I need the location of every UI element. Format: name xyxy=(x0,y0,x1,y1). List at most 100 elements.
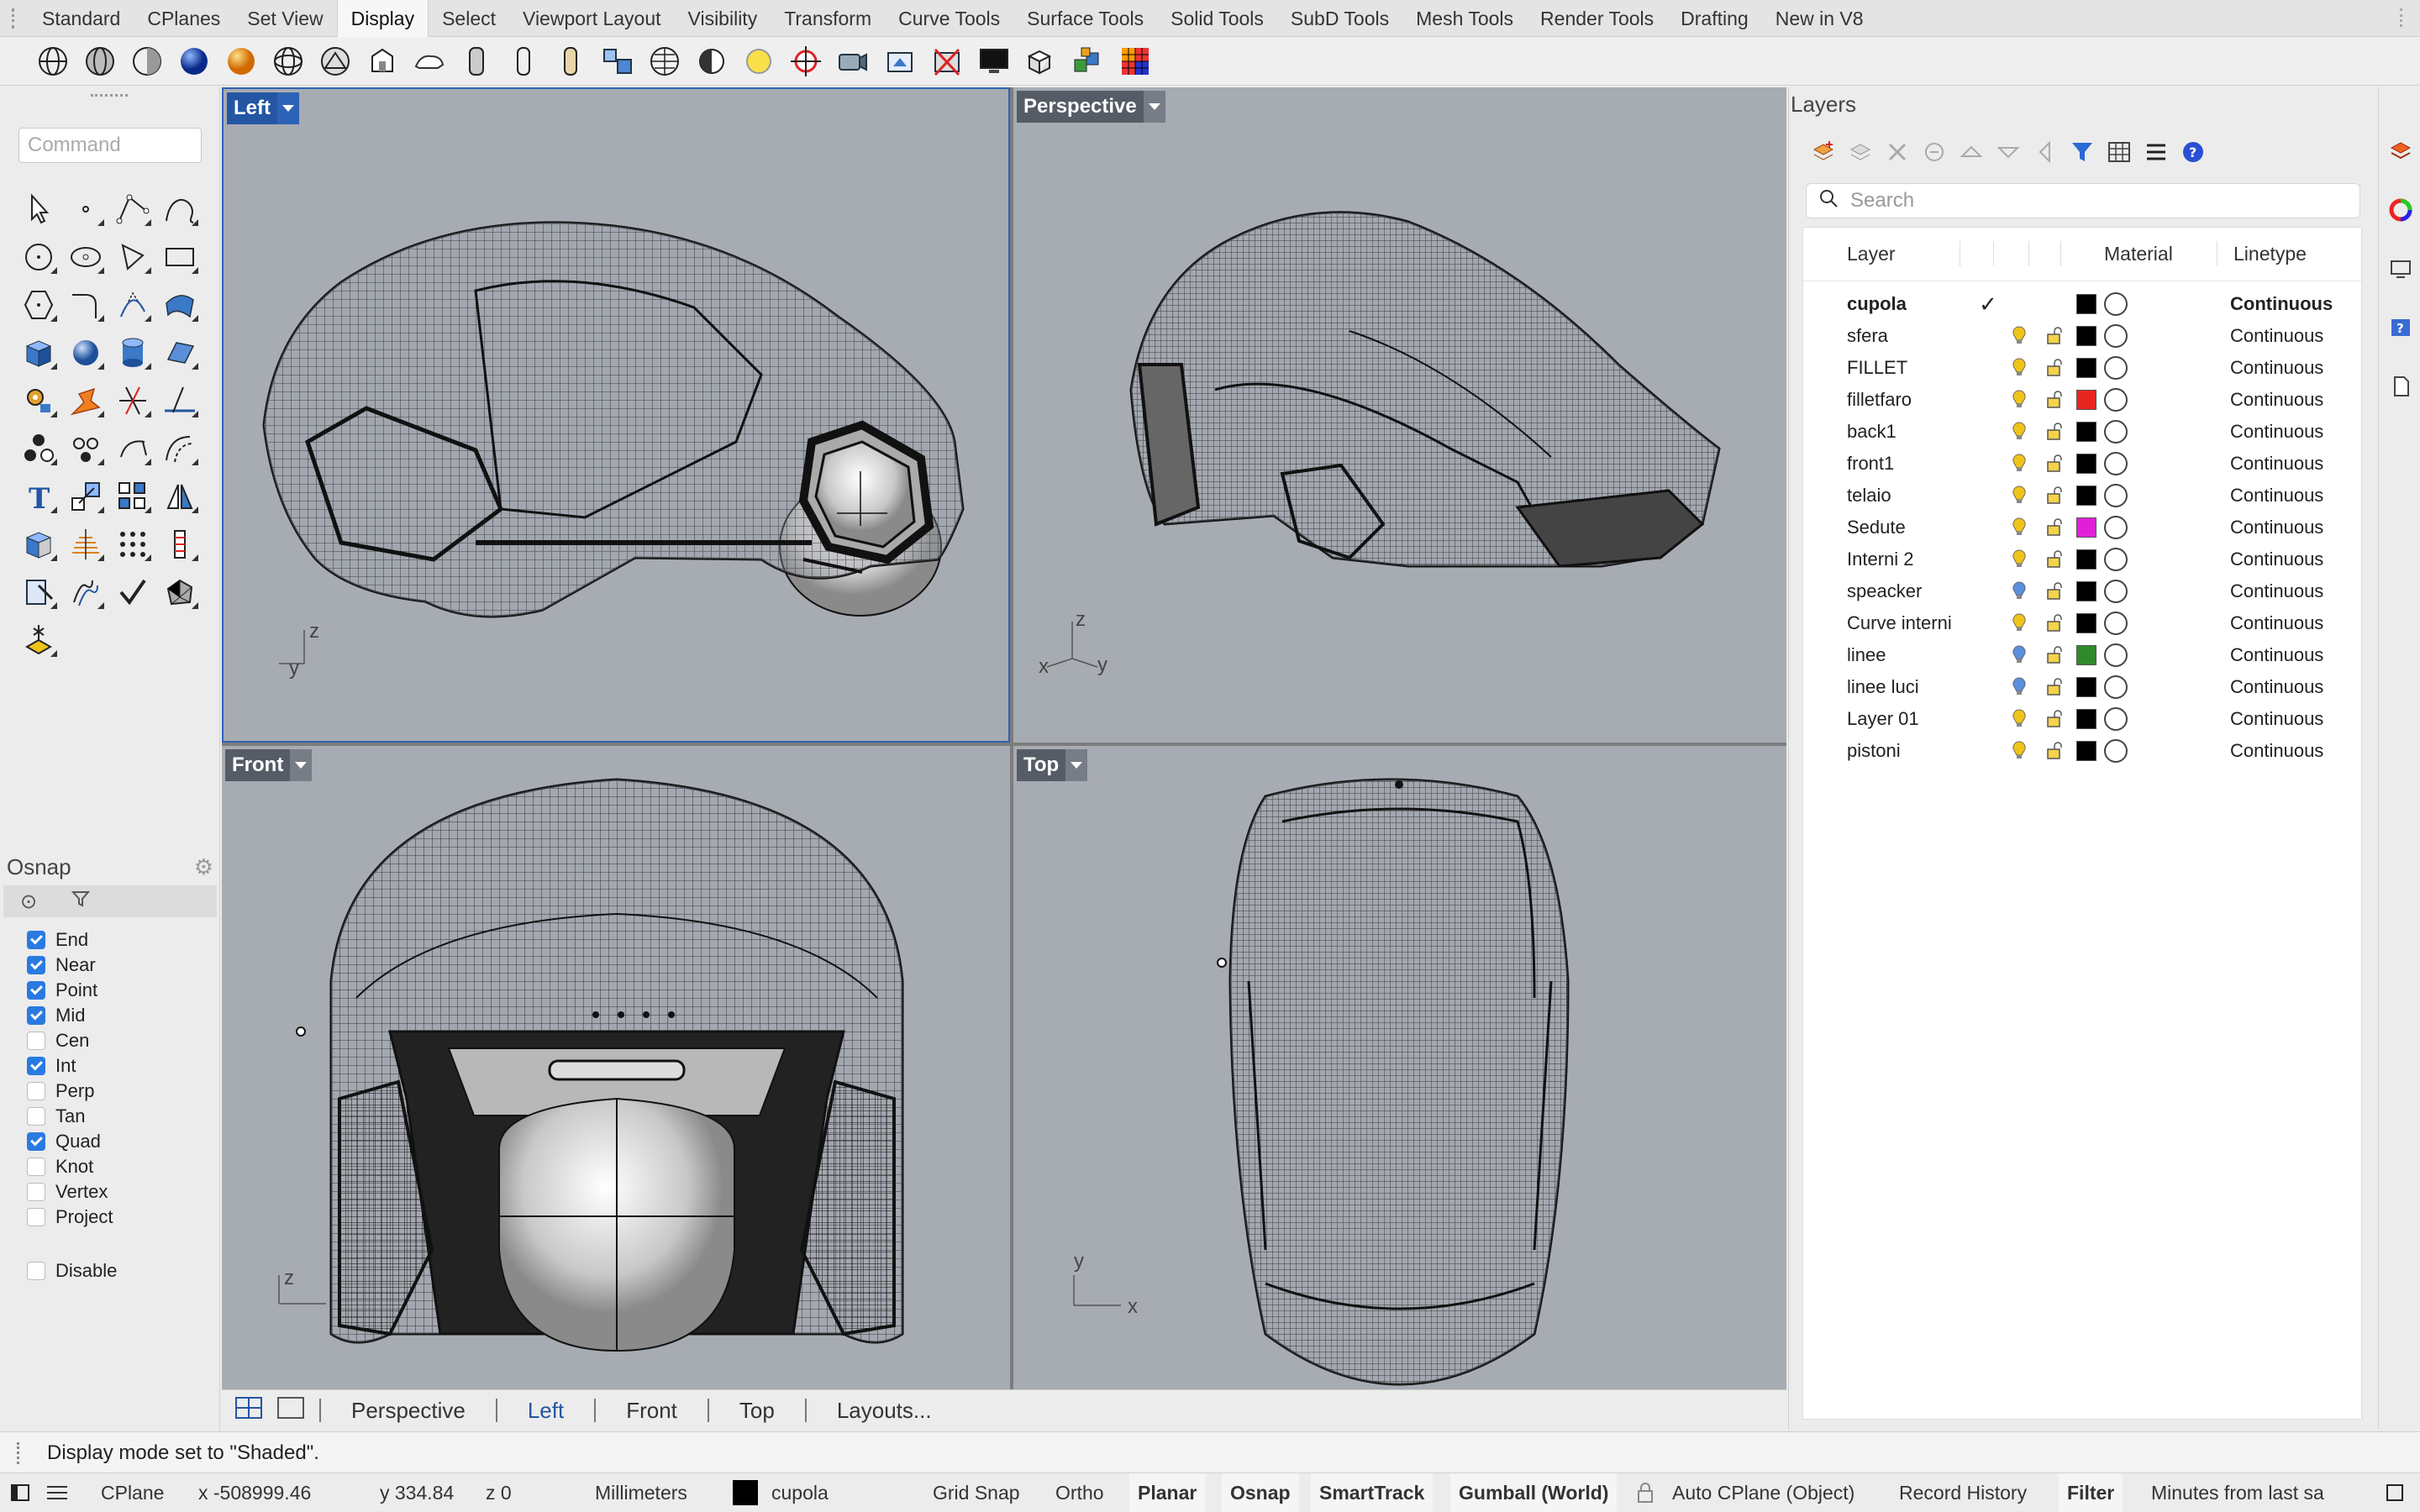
osnap-checkbox[interactable] xyxy=(27,1158,45,1176)
layer-visibility-bulb-icon[interactable] xyxy=(2012,612,2027,638)
osnap-disable-checkbox[interactable] xyxy=(27,1262,45,1280)
ellipse-icon[interactable] xyxy=(62,233,109,281)
analyze-icon[interactable] xyxy=(156,520,203,568)
menu-tab-new-in-v8[interactable]: New in V8 xyxy=(1762,0,1877,37)
layer-material-icon[interactable] xyxy=(2104,324,2128,348)
viewport-top-name[interactable]: Top xyxy=(1017,749,1066,781)
select-arrow-icon[interactable] xyxy=(15,185,62,233)
osnap-item[interactable]: Perp xyxy=(27,1079,212,1104)
osnap-disable[interactable]: Disable xyxy=(27,1258,212,1284)
capsule-wire-icon[interactable] xyxy=(504,42,543,81)
layer-visibility-bulb-icon[interactable] xyxy=(2012,357,2027,382)
toolbar-grip[interactable] xyxy=(12,8,17,29)
layer-name[interactable]: sfera xyxy=(1847,325,1888,347)
osnap-checkbox[interactable] xyxy=(27,1057,45,1075)
rendered-mode-icon[interactable] xyxy=(175,42,213,81)
command-history-grip[interactable] xyxy=(17,1442,22,1464)
layer-material-icon[interactable] xyxy=(2104,643,2128,667)
osnap-checkbox[interactable] xyxy=(27,1208,45,1226)
display-panel-icon[interactable] xyxy=(2387,255,2414,282)
layer-lock-icon[interactable] xyxy=(2045,326,2064,349)
layer-visibility-bulb-icon[interactable] xyxy=(2012,389,2027,414)
osnap-checkbox[interactable] xyxy=(27,981,45,1000)
menu-tab-render-tools[interactable]: Render Tools xyxy=(1527,0,1667,37)
polyline-icon[interactable] xyxy=(109,185,156,233)
osnap-checkbox[interactable] xyxy=(27,1006,45,1025)
status-resize-icon[interactable] xyxy=(2385,1473,2405,1512)
osnap-checkbox[interactable] xyxy=(27,1032,45,1050)
layer-row[interactable]: filletfaro Continuous xyxy=(1803,384,2361,416)
check-icon[interactable] xyxy=(109,568,156,616)
layer-row[interactable]: back1 Continuous xyxy=(1803,416,2361,448)
group-icon[interactable] xyxy=(15,424,62,472)
layer-name[interactable]: back1 xyxy=(1847,421,1897,443)
status-record-history[interactable]: Record History xyxy=(1899,1473,2027,1512)
layer-color-swatch[interactable] xyxy=(2076,422,2096,442)
viewport-front-name[interactable]: Front xyxy=(225,749,291,781)
layer-lock-icon[interactable] xyxy=(2045,454,2064,477)
layer-name[interactable]: Layer 01 xyxy=(1847,708,1919,730)
technical-mode-icon[interactable] xyxy=(316,42,355,81)
layer-name[interactable]: Interni 2 xyxy=(1847,549,1914,570)
layer-row[interactable]: speacker Continuous xyxy=(1803,575,2361,607)
viewport-tab-perspective[interactable]: Perspective xyxy=(319,1398,496,1422)
box-solid-icon[interactable] xyxy=(15,328,62,376)
osnap-item[interactable]: Tan xyxy=(27,1104,212,1129)
fillet-curve-icon[interactable] xyxy=(62,281,109,328)
menu-tab-drafting[interactable]: Drafting xyxy=(1667,0,1762,37)
panel-grip[interactable] xyxy=(91,94,128,101)
half-shaded-icon[interactable] xyxy=(128,42,166,81)
layer-row[interactable]: linee Continuous xyxy=(1803,639,2361,671)
arctic-mode-icon[interactable] xyxy=(410,42,449,81)
layer-row[interactable]: Curve interni Continuous xyxy=(1803,607,2361,639)
osnap-item[interactable]: Quad xyxy=(27,1129,212,1154)
arc-icon[interactable] xyxy=(109,424,156,472)
column-layer[interactable]: Layer xyxy=(1847,243,1896,265)
osnap-checkbox[interactable] xyxy=(27,1107,45,1126)
array-icon[interactable] xyxy=(109,472,156,520)
menu-tab-mesh-tools[interactable]: Mesh Tools xyxy=(1402,0,1527,37)
layer-material-icon[interactable] xyxy=(2104,484,2128,507)
layer-row[interactable]: Layer 01 Continuous xyxy=(1803,703,2361,735)
ghosted-mode-icon[interactable] xyxy=(457,42,496,81)
osnap-checkbox[interactable] xyxy=(27,956,45,974)
layer-material-icon[interactable] xyxy=(2104,675,2128,699)
layer-color-swatch[interactable] xyxy=(2076,294,2096,314)
viewport-left-dropdown-icon[interactable] xyxy=(277,92,299,124)
layer-color-swatch[interactable] xyxy=(2076,645,2096,665)
status-smarttrack[interactable]: SmartTrack xyxy=(1311,1473,1434,1512)
layer-visibility-bulb-icon[interactable] xyxy=(2012,421,2027,446)
viewport-perspective[interactable]: Perspective z x y xyxy=(1013,87,1786,743)
layer-name[interactable]: linee xyxy=(1847,644,1886,666)
help-icon[interactable]: ? xyxy=(2179,138,2207,166)
status-layer-swatch[interactable] xyxy=(733,1473,758,1512)
layer-name[interactable]: cupola xyxy=(1847,293,1907,315)
viewport-tab-top[interactable]: Top xyxy=(707,1398,805,1422)
layer-linetype[interactable]: Continuous xyxy=(2230,293,2333,315)
osnap-item[interactable]: Project xyxy=(27,1205,212,1230)
layer-row[interactable]: linee luci Continuous xyxy=(1803,671,2361,703)
menu-tab-solid-tools[interactable]: Solid Tools xyxy=(1157,0,1277,37)
menu-tab-display[interactable]: Display xyxy=(336,0,429,37)
status-panel-toggle-icon[interactable] xyxy=(10,1473,30,1512)
layer-name[interactable]: Curve interni xyxy=(1847,612,1952,634)
single-view-layout-icon[interactable] xyxy=(277,1396,304,1424)
layer-linetype[interactable]: Continuous xyxy=(2230,453,2323,475)
layer-visibility-bulb-icon[interactable] xyxy=(2012,708,2027,733)
osnap-item[interactable]: Int xyxy=(27,1053,212,1079)
scale-icon[interactable] xyxy=(62,472,109,520)
viewport-top[interactable]: Top y x xyxy=(1013,746,1786,1389)
osnap-checkbox[interactable] xyxy=(27,1132,45,1151)
color-grid-icon[interactable] xyxy=(1116,42,1155,81)
column-material[interactable]: Material xyxy=(2104,243,2173,265)
layer-color-swatch[interactable] xyxy=(2076,358,2096,378)
shaded-mode-icon[interactable] xyxy=(81,42,119,81)
dot-grid-icon[interactable] xyxy=(109,520,156,568)
layer-linetype[interactable]: Continuous xyxy=(2230,549,2323,570)
viewport-left[interactable]: Left z y xyxy=(222,87,1010,743)
layer-linetype[interactable]: Continuous xyxy=(2230,357,2323,379)
layer-linetype[interactable]: Continuous xyxy=(2230,740,2323,762)
status-current-layer[interactable]: cupola xyxy=(771,1473,829,1512)
viewport-left-name[interactable]: Left xyxy=(227,92,277,124)
help-panel-icon[interactable]: ? xyxy=(2387,314,2414,341)
